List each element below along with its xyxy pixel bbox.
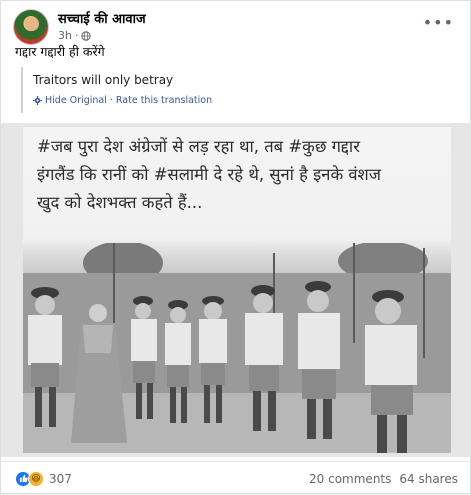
caption-line-1: #जब पुरा देश अंग्रेजों से लड़ रहा था, तब… (37, 137, 360, 156)
photo-frame: #जब पुरा देश अंग्रेजों से लड़ रहा था, तब… (23, 127, 451, 453)
post-text: गद्दार गद्दारी ही करेंगे (15, 44, 105, 59)
hide-original-link[interactable]: Hide Original (45, 95, 107, 106)
post-card: सच्चाई की आवाज 3h · ••• गद्दार गद्दारी ह… (0, 0, 471, 494)
post-image[interactable]: #जब पुरा देश अंग्रेजों से लड़ रहा था, तब… (1, 123, 471, 457)
translation-box: Traitors will only betray Hide Original … (21, 67, 461, 113)
gear-icon[interactable] (33, 96, 42, 105)
caption-line-2: इंगलैंड कि रानीं को #सलामी दे रहे थे, सु… (37, 165, 381, 184)
post-header: सच्चाई की आवाज 3h · (13, 7, 146, 47)
post-time[interactable]: 3h (58, 28, 72, 43)
more-options-icon[interactable]: ••• (423, 13, 454, 32)
image-caption: #जब पुरा देश अंग्रेजों से लड़ रहा था, तब… (37, 133, 447, 217)
haha-reaction-icon: 😆 (28, 470, 44, 487)
post-meta: सच्चाई की आवाज 3h · (58, 11, 146, 43)
translation-text: Traitors will only betray (33, 73, 174, 87)
reaction-icons[interactable]: 😆 (15, 470, 44, 487)
avatar[interactable] (13, 9, 49, 45)
globe-icon (81, 30, 92, 41)
post-subline: 3h · (58, 28, 146, 43)
separator: · (74, 29, 79, 42)
reactions-bar: 😆 307 20 comments 64 shares (1, 461, 471, 495)
comments-count[interactable]: 20 comments (309, 472, 391, 486)
engagement-stats: 20 comments 64 shares (309, 472, 458, 486)
reactions-count[interactable]: 307 (49, 472, 72, 486)
caption-line-3: खुद को देशभक्त कहते हैं... (37, 193, 203, 212)
photo-scene (23, 243, 451, 453)
thumbs-up-icon (19, 474, 28, 483)
shares-count[interactable]: 64 shares (399, 472, 458, 486)
translation-links: Hide Original · Rate this translation (33, 95, 461, 106)
page-name[interactable]: सच्चाई की आवाज (58, 11, 146, 28)
link-separator: · (109, 95, 113, 106)
rate-translation-link[interactable]: Rate this translation (116, 95, 212, 106)
